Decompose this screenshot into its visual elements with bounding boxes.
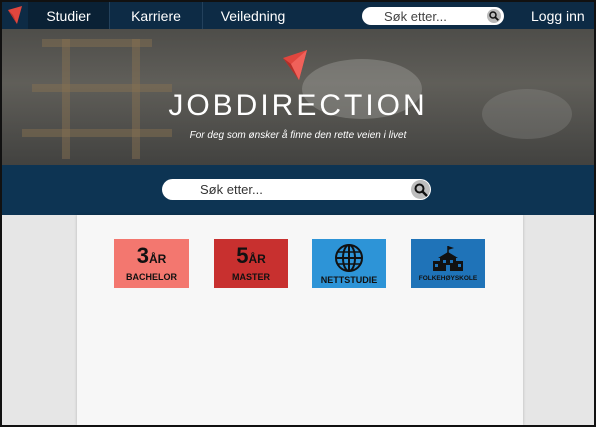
tile-master[interactable]: 5ÅR MASTER	[214, 239, 288, 288]
nav-item-studier[interactable]: Studier	[28, 2, 110, 29]
search-icon[interactable]	[487, 9, 501, 23]
nav-item-karriere[interactable]: Karriere	[110, 2, 203, 29]
brand-logo-icon	[283, 50, 307, 80]
search-band: Søk etter...	[2, 165, 594, 215]
school-building-icon	[433, 246, 463, 271]
nav-item-veiledning[interactable]: Veiledning	[203, 2, 303, 29]
top-search-input[interactable]: Søk etter...	[362, 7, 504, 25]
tile-bachelor-label: BACHELOR	[126, 272, 177, 282]
hero-title: JOBDIRECTION	[168, 89, 428, 122]
tile-bachelor[interactable]: 3ÅR BACHELOR	[114, 239, 189, 288]
brand-logo-icon[interactable]	[2, 2, 28, 29]
tile-master-years: 5ÅR	[236, 243, 266, 268]
search-icon[interactable]	[411, 180, 430, 199]
tile-folkehoyskole-label: FOLKEHØYSKOLE	[418, 275, 478, 282]
tile-folkehoyskole[interactable]: FOLKEHØYSKOLE	[411, 239, 485, 288]
tile-nettstudie-label: NETTSTUDIE	[320, 274, 378, 285]
hero-subtitle: For deg som ønsker å finne den rette vei…	[189, 130, 407, 141]
top-navbar: Studier Karriere Veiledning Søk etter...…	[2, 2, 594, 29]
top-search-placeholder: Søk etter...	[384, 8, 447, 24]
tile-bachelor-years: 3ÅR	[136, 243, 167, 268]
tile-master-label: MASTER	[232, 272, 270, 282]
tile-nettstudie[interactable]: NETTSTUDIE	[312, 239, 386, 288]
main-search-input[interactable]: Søk etter...	[162, 179, 431, 200]
globe-icon	[335, 243, 363, 272]
login-link[interactable]: Logg inn	[531, 8, 585, 24]
hero-banner: JOBDIRECTION For deg som ønsker å finne …	[2, 29, 594, 165]
main-search-placeholder: Søk etter...	[200, 182, 263, 197]
